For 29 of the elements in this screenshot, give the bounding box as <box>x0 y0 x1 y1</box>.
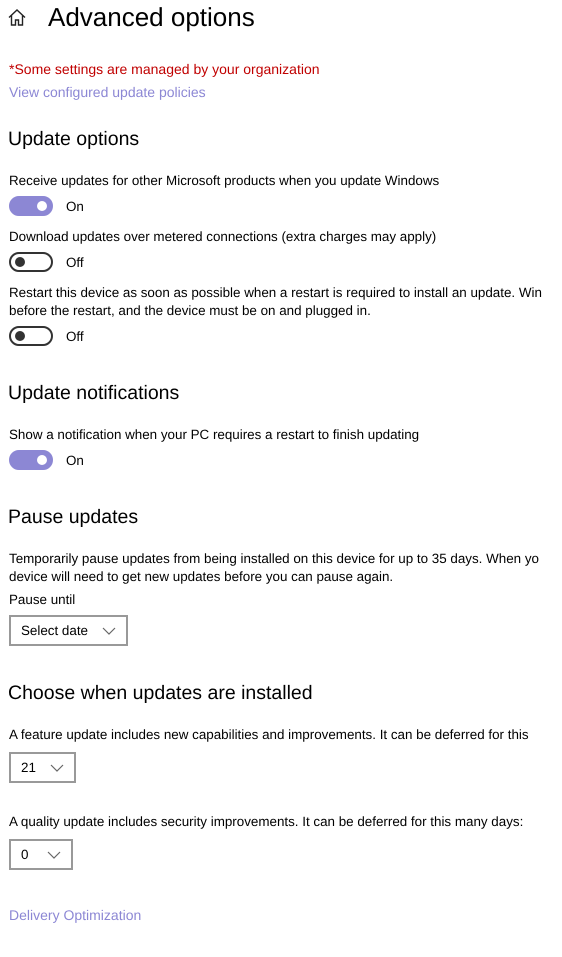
dropdown[interactable]: Select date <box>9 615 128 646</box>
setting-description: A quality update includes security improvements. It can be deferred for this many days: <box>9 813 524 831</box>
section-heading: Pause updates <box>8 506 140 529</box>
setting-description: Download updates over metered connections (extra charges may apply) <box>9 228 438 246</box>
section-heading: Choose when updates are installed <box>8 682 314 705</box>
toggle-state: On <box>66 452 84 468</box>
managed-notice: *Some settings are managed by your organization <box>9 61 321 77</box>
chevron-down-icon <box>47 850 61 858</box>
page-title: Advanced options <box>48 2 255 32</box>
field-caption: Pause until <box>9 592 76 607</box>
setting-description: Receive updates for other Microsoft products when you update Windows <box>9 172 440 190</box>
toggle-switch[interactable] <box>9 196 53 216</box>
setting-description: A feature update includes new capabilities and improvements. It can be deferred for this <box>9 726 530 744</box>
dropdown[interactable]: 0 <box>9 839 73 870</box>
setting-description: Restart this device as soon as possible when a restart is required to install an update. Win before the restart, and the device must be on and plugged in. <box>9 284 543 320</box>
setting-description: Show a notification when your PC requires a restart to finish updating <box>9 426 420 444</box>
section-heading: Update notifications <box>8 382 180 405</box>
toggle-switch[interactable] <box>9 252 53 272</box>
toggle-state: Off <box>66 254 84 270</box>
toggle-switch[interactable] <box>9 450 53 470</box>
chevron-down-icon <box>50 764 64 772</box>
dropdown[interactable]: 21 <box>9 752 76 783</box>
home-icon[interactable] <box>8 8 26 26</box>
section-heading: Update options <box>8 128 140 151</box>
toggle-state: Off <box>66 328 84 344</box>
setting-description: Temporarily pause updates from being installed on this device for up to 35 days. When yo device will need to get new updates before you can pause again. <box>9 550 540 586</box>
chevron-down-icon <box>102 626 116 634</box>
toggle-state: On <box>66 198 84 214</box>
toggle-switch[interactable] <box>9 326 53 346</box>
